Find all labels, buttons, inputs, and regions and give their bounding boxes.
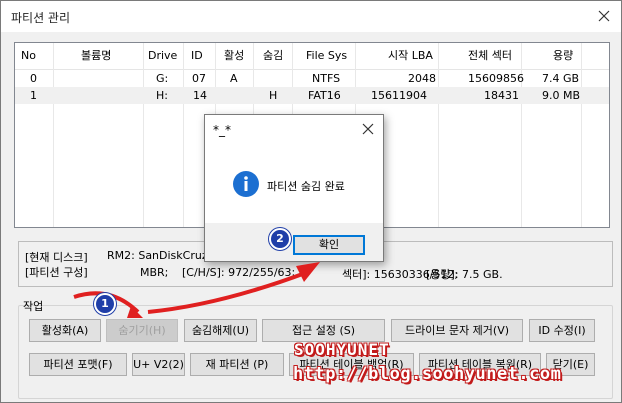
partition-type: MBR; <box>140 266 169 279</box>
cell-start-lba: 2048 <box>408 72 436 85</box>
table-row-selected[interactable]: 1 H: 14 H FAT16 15611904 18431 9.0 MB <box>15 87 609 104</box>
step-badge-2: 2 <box>269 228 291 250</box>
dialog-close-icon[interactable] <box>361 122 375 136</box>
activate-button[interactable]: 활성화(A) <box>29 319 101 342</box>
cell-drive: H: <box>156 89 168 102</box>
current-disk-label: [현재 디스크] <box>25 251 88 264</box>
info-icon <box>232 170 260 198</box>
cell-capacity: 9.0 MB <box>542 89 581 102</box>
table-row[interactable]: 0 G: 07 A NTFS 2048 15609856 7.4 GB <box>15 70 609 87</box>
col-header-start-lba[interactable]: 시작 LBA <box>388 43 433 69</box>
cell-active: A <box>230 72 238 85</box>
step-badge-1: 1 <box>94 293 116 315</box>
col-header-hidden[interactable]: 숨김 <box>263 43 283 69</box>
col-header-no[interactable]: No <box>21 43 36 69</box>
cell-filesys: NTFS <box>312 72 341 85</box>
cell-start-lba: 15611904 <box>371 89 427 102</box>
dialog-message: 파티션 숨김 완료 <box>267 180 345 193</box>
cell-drive: G: <box>156 72 169 85</box>
col-header-active[interactable]: 활성 <box>224 43 244 69</box>
unhide-button[interactable]: 숨김해제(U) <box>184 319 257 342</box>
hide-button[interactable]: 숨기기(H) <box>106 319 178 342</box>
list-header: No 볼륨명 Drive ID 활성 숨김 File Sys 시작 LBA 전체… <box>15 43 609 70</box>
title-bar: 파티션 관리 <box>1 1 621 32</box>
cell-id: 14 <box>193 89 207 102</box>
cell-no: 1 <box>30 89 37 102</box>
cell-capacity: 7.4 GB <box>542 72 580 85</box>
repartition-button[interactable]: 재 파티션 (P) <box>190 353 284 376</box>
u-v2-button[interactable]: U+ V2(2) <box>132 353 185 376</box>
col-header-filesys[interactable]: File Sys <box>306 43 347 69</box>
col-header-id[interactable]: ID <box>191 43 203 69</box>
close-icon[interactable] <box>595 7 613 25</box>
cell-id: 07 <box>192 72 206 85</box>
current-disk-value: RM2: SanDiskCruzer <box>107 249 219 262</box>
actions-group-label: 작업 <box>23 300 44 313</box>
partition-layout-label: [파티션 구성] <box>25 266 88 279</box>
col-header-drive[interactable]: Drive <box>148 43 177 69</box>
window-title: 파티션 관리 <box>11 11 71 25</box>
partition-size: [용량]: 7.5 GB. <box>426 268 503 281</box>
cell-no: 0 <box>30 72 37 85</box>
edit-id-button[interactable]: ID 수정(I) <box>529 319 595 342</box>
watermark-url: http://blog.soohyunet.com <box>293 364 562 384</box>
cell-total-sectors: 15609856 <box>468 72 524 85</box>
remove-drive-letter-button[interactable]: 드라이브 문자 제거(V) <box>391 319 523 342</box>
cell-filesys: FAT16 <box>308 89 341 102</box>
col-header-volume[interactable]: 볼륨명 <box>81 43 111 69</box>
access-setting-button[interactable]: 접근 설정 (S) <box>262 319 385 342</box>
cell-total-sectors: 18431 <box>484 89 519 102</box>
partition-chs: [C/H/S]: 972/255/63; <box>182 266 296 279</box>
cell-hidden: H <box>269 89 278 102</box>
col-header-total-sectors[interactable]: 전체 섹터 <box>468 43 512 69</box>
dialog-title: *_* <box>213 123 231 137</box>
col-header-capacity[interactable]: 용량 <box>553 43 573 69</box>
ok-button[interactable]: 확인 <box>293 235 365 255</box>
watermark-brand: SOOHYUNET <box>294 340 390 359</box>
format-partition-button[interactable]: 파티션 포맷(F) <box>29 353 127 376</box>
